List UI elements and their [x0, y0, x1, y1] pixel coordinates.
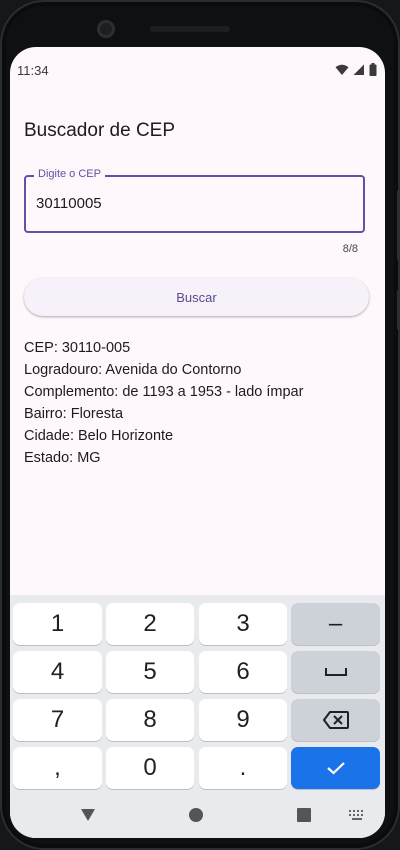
navigation-bar: [10, 792, 385, 838]
key-9[interactable]: 9: [199, 699, 287, 741]
key-comma[interactable]: ,: [13, 747, 102, 789]
key-space[interactable]: [291, 651, 380, 693]
backspace-icon: [322, 711, 349, 729]
key-2[interactable]: 2: [106, 603, 194, 645]
check-icon: [326, 762, 345, 775]
cep-field-label: Digite o CEP: [34, 168, 105, 180]
result-cep: CEP: 30110-005: [24, 340, 131, 356]
back-triangle-icon[interactable]: [80, 807, 96, 823]
key-1[interactable]: 1: [13, 603, 102, 645]
status-bar: 11:34: [10, 47, 385, 95]
cep-field[interactable]: Digite o CEP: [24, 168, 365, 233]
cep-input[interactable]: [36, 195, 346, 212]
cep-result: CEP: 30110-005 Logradouro: Avenida do Co…: [24, 337, 303, 469]
earpiece-speaker: [150, 26, 230, 32]
status-icons: [335, 63, 377, 76]
recents-square-icon[interactable]: [296, 807, 312, 823]
key-enter[interactable]: [291, 747, 380, 789]
key-6[interactable]: 6: [199, 651, 287, 693]
wifi-icon: [335, 64, 349, 75]
home-circle-icon[interactable]: [188, 807, 204, 823]
character-counter: 8/8: [342, 243, 358, 255]
keyboard-switch-icon[interactable]: [348, 809, 366, 821]
page-title: Buscador de CEP: [24, 120, 176, 141]
phone-frame: 11:34 Buscador de CEP Digite o CEP 8/8 B…: [0, 0, 400, 850]
key-5[interactable]: 5: [106, 651, 194, 693]
battery-icon: [369, 63, 377, 76]
status-time: 11:34: [17, 63, 49, 78]
search-button[interactable]: Buscar: [24, 278, 369, 316]
key-backspace[interactable]: [291, 699, 380, 741]
signal-icon: [353, 64, 364, 75]
key-0[interactable]: 0: [106, 747, 194, 789]
front-camera: [97, 20, 115, 38]
key-period[interactable]: .: [199, 747, 287, 789]
result-complemento: Complemento: de 1193 a 1953 - lado ímpar: [24, 384, 304, 400]
result-logradouro: Logradouro: Avenida do Contorno: [24, 362, 242, 378]
key-3[interactable]: 3: [199, 603, 287, 645]
result-cidade: Cidade: Belo Horizonte: [24, 428, 174, 444]
key-4[interactable]: 4: [13, 651, 102, 693]
key-8[interactable]: 8: [106, 699, 194, 741]
space-bar-icon: [324, 668, 347, 676]
key-7[interactable]: 7: [13, 699, 102, 741]
result-bairro: Bairro: Floresta: [24, 406, 124, 422]
result-estado: Estado: MG: [24, 450, 101, 466]
phone-top-bezel: [0, 0, 400, 48]
key-minus[interactable]: –: [291, 603, 380, 645]
phone-screen: 11:34 Buscador de CEP Digite o CEP 8/8 B…: [10, 47, 385, 838]
